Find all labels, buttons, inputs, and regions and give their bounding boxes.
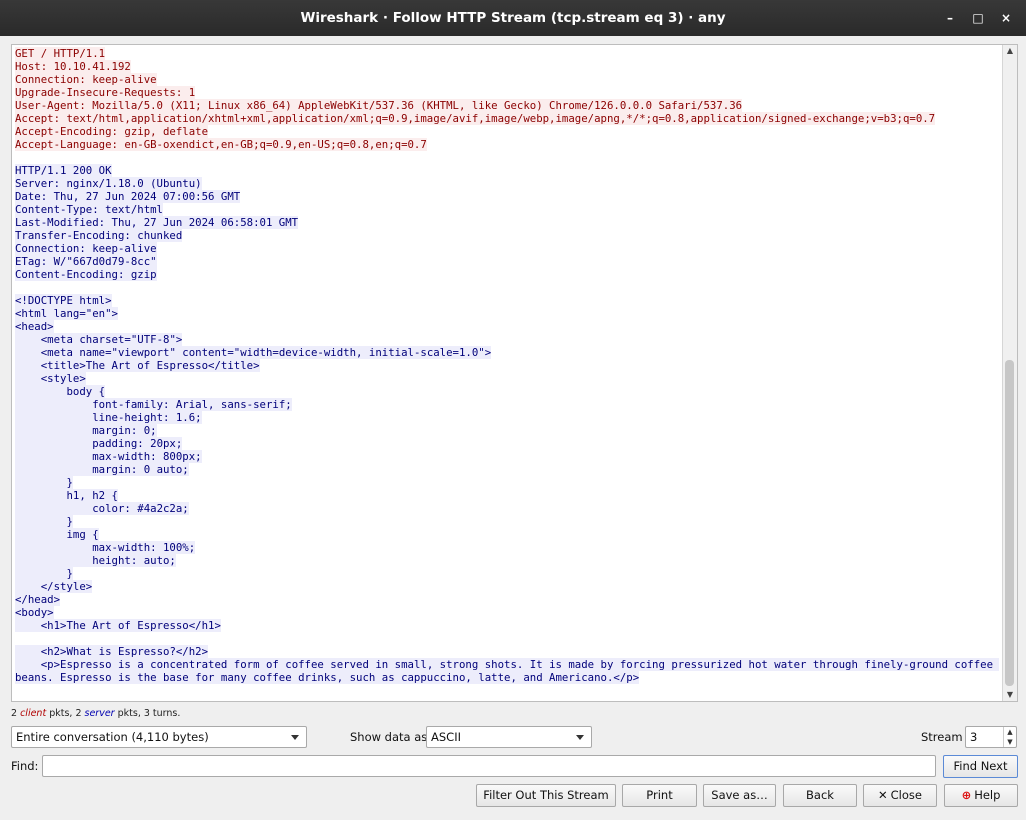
print-button[interactable]: Print xyxy=(622,784,697,807)
help-button[interactable]: ⊕ Help xyxy=(944,784,1018,807)
close-x-icon: ✕ xyxy=(878,788,888,802)
chevron-down-icon xyxy=(291,735,299,740)
help-lifebuoy-icon: ⊕ xyxy=(961,788,972,802)
save-as-label: Save as… xyxy=(711,788,768,802)
scroll-down-icon[interactable]: ▼ xyxy=(1003,689,1017,701)
find-next-button[interactable]: Find Next xyxy=(943,755,1018,778)
close-button[interactable]: ✕ Close xyxy=(863,784,937,807)
stream-number-value: 3 xyxy=(970,730,978,744)
window-controls: – □ × xyxy=(940,0,1016,36)
stats-tail: pkts, 3 turns. xyxy=(114,708,181,719)
filter-out-stream-button[interactable]: Filter Out This Stream xyxy=(476,784,616,807)
scrollbar-thumb[interactable] xyxy=(1005,360,1014,686)
print-label: Print xyxy=(646,788,673,802)
stream-stats: 2 client pkts, 2 server pkts, 3 turns. xyxy=(11,708,180,719)
stream-content: GET / HTTP/1.1 Host: 10.10.41.192 Connec… xyxy=(15,47,1000,684)
close-label: Close xyxy=(890,788,922,802)
stream-text-area[interactable]: GET / HTTP/1.1 Host: 10.10.41.192 Connec… xyxy=(11,44,1018,702)
client-label: client xyxy=(20,708,47,719)
chevron-down-icon xyxy=(576,735,584,740)
server-pkt-count: 2 xyxy=(75,708,82,719)
conversation-value: Entire conversation (4,110 bytes) xyxy=(16,730,209,744)
window-titlebar: Wireshark · Follow HTTP Stream (tcp.stre… xyxy=(0,0,1026,36)
back-button[interactable]: Back xyxy=(783,784,857,807)
filter-out-label: Filter Out This Stream xyxy=(483,788,609,802)
show-data-label: Show data as xyxy=(350,730,428,744)
spin-down-icon[interactable]: ▼ xyxy=(1003,737,1016,747)
stats-separator: pkts, xyxy=(46,708,76,719)
stream-label: Stream xyxy=(921,730,963,744)
close-window-button[interactable]: × xyxy=(996,8,1016,28)
server-label: server xyxy=(84,708,115,719)
window-title: Wireshark · Follow HTTP Stream (tcp.stre… xyxy=(300,10,726,26)
show-data-select[interactable]: ASCII xyxy=(426,726,592,748)
maximize-button[interactable]: □ xyxy=(968,8,988,28)
stream-number-spinbox[interactable]: 3 ▲ ▼ xyxy=(965,726,1017,748)
find-next-label: Find Next xyxy=(953,759,1008,773)
find-label: Find: xyxy=(11,759,39,773)
scroll-up-icon[interactable]: ▲ xyxy=(1003,45,1017,57)
back-label: Back xyxy=(806,788,834,802)
help-label: Help xyxy=(974,788,1001,802)
client-pkt-count: 2 xyxy=(11,708,18,719)
server-chunk: HTTP/1.1 200 OK Server: nginx/1.18.0 (Ub… xyxy=(15,164,1000,684)
conversation-select[interactable]: Entire conversation (4,110 bytes) xyxy=(11,726,307,748)
client-chunk: GET / HTTP/1.1 Host: 10.10.41.192 Connec… xyxy=(15,47,936,151)
vertical-scrollbar[interactable]: ▲ ▼ xyxy=(1002,45,1017,701)
spin-up-icon[interactable]: ▲ xyxy=(1003,727,1016,737)
minimize-button[interactable]: – xyxy=(940,8,960,28)
save-as-button[interactable]: Save as… xyxy=(703,784,776,807)
show-data-value: ASCII xyxy=(431,730,461,744)
find-input[interactable] xyxy=(42,755,936,777)
